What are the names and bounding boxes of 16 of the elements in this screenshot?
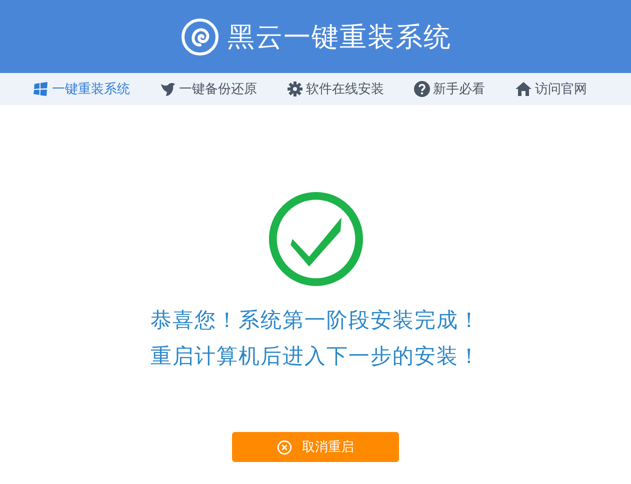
settings-icon — [287, 81, 303, 97]
nav-tab[interactable]: 一键重装系统 — [32, 80, 130, 98]
status-message: 重启计算机后进入下一步的安装！ — [150, 343, 480, 370]
nav-tab[interactable]: 软件在线安装 — [287, 80, 384, 98]
home-icon — [515, 81, 532, 97]
windows-icon — [32, 81, 49, 97]
help-icon — [414, 81, 430, 97]
nav-tab[interactable]: 新手必看 — [414, 80, 485, 98]
nav-tab[interactable]: 访问官网 — [515, 80, 587, 98]
status-message: 恭喜您！系统第一阶段安装完成！ — [150, 307, 480, 334]
bird-icon — [160, 81, 176, 97]
cancel-icon — [277, 440, 292, 454]
swirl-logo-icon — [180, 16, 220, 56]
nav-tab[interactable]: 一键备份还原 — [160, 80, 257, 98]
success-check-icon — [266, 190, 364, 288]
app-title: 黑云一键重装系统 — [228, 20, 452, 54]
